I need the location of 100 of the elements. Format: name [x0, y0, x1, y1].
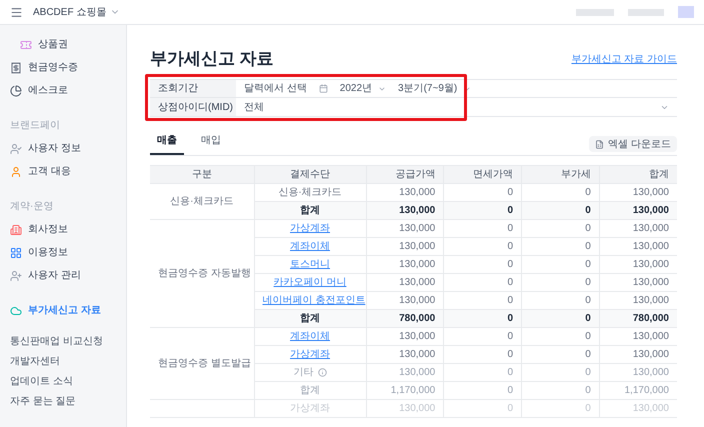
payment-method-link[interactable]: 가상계좌: [290, 349, 330, 360]
payment-method-link[interactable]: 가상계좌: [290, 223, 330, 234]
column-header: 합계: [649, 169, 669, 180]
sidebar-item[interactable]: 사용자 관리: [0, 264, 126, 287]
table-cell: 130,000: [632, 241, 669, 252]
table-cell: 130,000: [399, 349, 436, 360]
year-select[interactable]: 2022년: [340, 81, 386, 96]
sidebar-item[interactable]: 회사정보: [0, 218, 126, 241]
table-cell: 130,000: [632, 403, 669, 414]
tab[interactable]: 매입: [194, 133, 228, 155]
table-cell: 0: [585, 331, 591, 342]
excel-download-button[interactable]: 엑셀 다운로드: [589, 136, 677, 152]
column-header: 부가세: [560, 169, 591, 180]
sidebar-item[interactable]: 에스크로: [0, 79, 126, 102]
table-cell: 0: [507, 259, 513, 270]
sidebar-item[interactable]: 고객 대응: [0, 160, 126, 183]
sidebar-section-heading: 브랜드페이: [9, 119, 61, 133]
date-mode-field[interactable]: 달력에서 선택: [244, 81, 307, 96]
table-cell: 130,000: [399, 367, 436, 378]
table-cell: 1,170,000: [624, 385, 669, 396]
category-cell: 현금영수증 별도발급: [158, 358, 251, 369]
sidebar-link[interactable]: 개발자센터: [10, 354, 116, 369]
table-cell: 합계: [300, 385, 320, 396]
table-cell: 0: [585, 187, 591, 198]
table-cell: 130,000: [632, 223, 669, 234]
table-cell: 130,000: [632, 277, 669, 288]
table-cell: 130,000: [632, 349, 669, 360]
table-cell: 130,000: [399, 331, 436, 342]
table-cell: 130,000: [399, 205, 436, 216]
filter-label: 조회기간: [150, 80, 236, 97]
table-cell: 130,000: [399, 277, 436, 288]
table-cell: 0: [585, 367, 591, 378]
table-cell: 130,000: [399, 241, 436, 252]
table-cell: 130,000: [632, 205, 669, 216]
table-cell: 0: [585, 403, 591, 414]
sidebar-link[interactable]: 업데이트 소식: [10, 374, 116, 389]
sidebar-section-heading: 계약·운영: [9, 200, 54, 214]
table-cell: 0: [507, 385, 513, 396]
table-cell: 130,000: [632, 259, 669, 270]
table-cell: 0: [507, 403, 513, 414]
table-cell: 130,000: [632, 367, 669, 378]
sidebar-item[interactable]: 현금영수증: [0, 56, 126, 79]
payment-method-link[interactable]: 네이버페이 충전포인트: [262, 295, 366, 306]
table-cell: 0: [585, 277, 591, 288]
table-cell: 0: [507, 349, 513, 360]
table-cell: 130,000: [399, 187, 436, 198]
table-cell: 130,000: [632, 331, 669, 342]
table-cell: 0: [585, 313, 591, 324]
table-cell: 0: [507, 367, 513, 378]
table-cell: 130,000: [632, 295, 669, 306]
payment-method-link[interactable]: 계좌이체: [290, 331, 330, 342]
table-cell: 1,170,000: [390, 385, 436, 396]
table-cell: 0: [585, 241, 591, 252]
table-cell: 신용·체크카드: [278, 187, 342, 198]
table-cell: 0: [585, 295, 591, 306]
payment-method-link[interactable]: 카카오페이 머니: [274, 277, 346, 288]
table-cell: 130,000: [632, 187, 669, 198]
table-cell: 0: [585, 223, 591, 234]
sidebar-link[interactable]: 통신판매업 비교신청: [10, 334, 116, 349]
column-header: 결제수단: [290, 169, 330, 180]
payment-method-link[interactable]: 토스머니: [290, 259, 330, 270]
table-cell: 130,000: [399, 259, 436, 270]
sidebar-link[interactable]: 자주 묻는 질문: [10, 394, 116, 409]
table-cell: 130,000: [399, 223, 436, 234]
table-cell: 0: [507, 331, 513, 342]
category-cell: 현금영수증 자동발행: [158, 268, 251, 279]
table-cell: 0: [507, 205, 513, 216]
table-cell: 0: [507, 277, 513, 288]
column-header: 공급가액: [395, 169, 436, 180]
table-cell: 130,000: [399, 403, 436, 414]
shop-selector[interactable]: ABCDEF 쇼핑몰: [33, 4, 120, 20]
table-cell: 0: [585, 259, 591, 270]
guide-link[interactable]: 부가세신고 자료 가이드: [571, 52, 677, 67]
column-header: 면세가액: [473, 169, 513, 180]
table-cell: 780,000: [399, 313, 436, 324]
table-cell: 0: [585, 205, 591, 216]
table-cell: 0: [507, 313, 513, 324]
table-cell: 0: [507, 223, 513, 234]
table-cell: 130,000: [399, 295, 436, 306]
table-cell: 0: [585, 385, 591, 396]
table-cell: 합계: [300, 205, 320, 216]
table-cell-text: 기타: [294, 366, 314, 380]
sidebar-item[interactable]: 사용자 정보: [0, 137, 126, 160]
page-title: 부가세신고 자료: [150, 50, 274, 67]
table-cell: 0: [507, 241, 513, 252]
category-cell: 신용·체크카드: [170, 196, 234, 207]
table-cell: 가상계좌: [290, 403, 330, 414]
table-cell: 0: [507, 295, 513, 306]
table-cell: 합계: [300, 313, 320, 324]
table-cell: 0: [585, 349, 591, 360]
column-header: 구분: [192, 169, 212, 180]
tab[interactable]: 매출: [150, 133, 184, 155]
payment-method-link[interactable]: 계좌이체: [290, 241, 330, 252]
table-cell: 0: [507, 187, 513, 198]
sidebar-item[interactable]: 이용정보: [0, 241, 126, 264]
filter-label: 상점아이디(MID): [150, 98, 236, 116]
table-cell: 780,000: [632, 313, 669, 324]
mid-select[interactable]: 전체: [236, 98, 677, 116]
sidebar-item[interactable]: 상품권: [0, 33, 126, 56]
quarter-select[interactable]: 3분기(7~9월): [398, 81, 472, 96]
